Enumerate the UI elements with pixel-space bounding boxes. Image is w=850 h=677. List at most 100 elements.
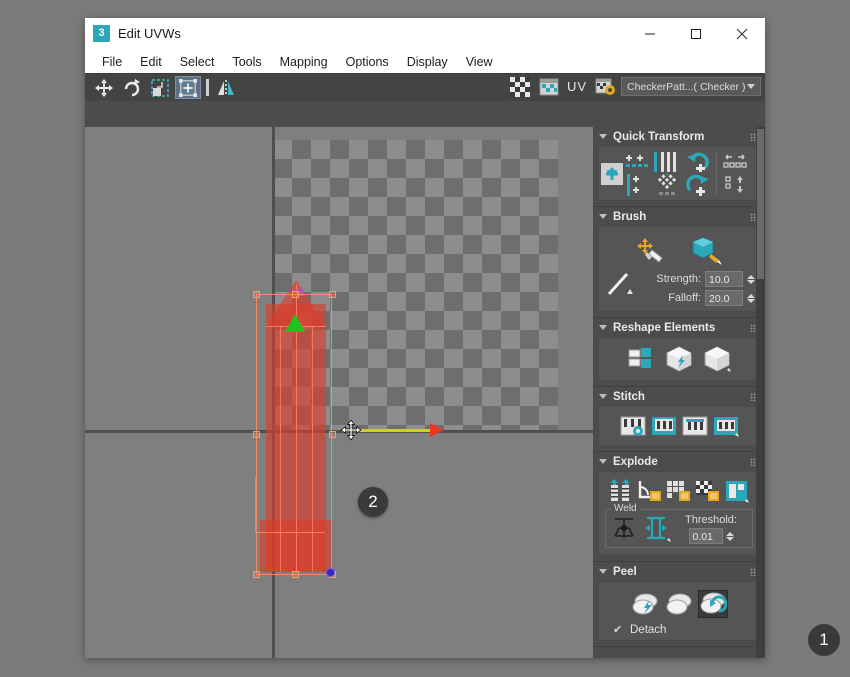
- brush-strength-field[interactable]: Strength: 10.0: [637, 271, 755, 287]
- menu-view[interactable]: View: [457, 53, 502, 71]
- move-cursor-icon: [340, 419, 362, 441]
- selection-handle[interactable]: [253, 431, 260, 438]
- brush-falloff-field[interactable]: Falloff: 20.0: [637, 290, 755, 306]
- rotate-tool-icon[interactable]: [119, 76, 145, 99]
- map-settings-icon[interactable]: [592, 75, 618, 98]
- menu-tools[interactable]: Tools: [223, 53, 270, 71]
- mirror-horizontal-icon[interactable]: [213, 76, 239, 99]
- menu-edit[interactable]: Edit: [131, 53, 171, 71]
- rollout-header-peel[interactable]: Peel: [593, 562, 765, 581]
- brush-strength-value[interactable]: 10.0: [705, 271, 743, 287]
- menu-options[interactable]: Options: [337, 53, 398, 71]
- spinner-arrows-icon[interactable]: [725, 531, 734, 541]
- weld-threshold-value[interactable]: 0.01: [688, 528, 723, 544]
- map-selector-value: CheckerPatt...( Checker ): [627, 80, 746, 93]
- explode-by-smoothing-icon[interactable]: [666, 478, 693, 504]
- selection-handle[interactable]: [253, 571, 260, 578]
- brush-falloff-value[interactable]: 20.0: [705, 290, 743, 306]
- pack-uvs-icon[interactable]: [601, 162, 623, 185]
- stitch-source-icon[interactable]: [681, 414, 709, 438]
- peel-mode-icon[interactable]: [702, 345, 732, 373]
- peel-mode-icon[interactable]: [664, 590, 694, 618]
- scale-tool-icon[interactable]: [175, 76, 201, 99]
- chevron-down-icon: [599, 134, 607, 139]
- gizmo-plane-handle[interactable]: [255, 477, 325, 533]
- selection-handle[interactable]: [329, 431, 336, 438]
- stitch-target-icon[interactable]: [712, 414, 740, 438]
- peel-detach-label: Detach: [630, 624, 667, 636]
- pelt-map-icon[interactable]: [698, 590, 728, 618]
- main-toolbar: UV CheckerPatt...( Checker ): [85, 73, 765, 101]
- checker-pattern-icon[interactable]: [507, 75, 533, 98]
- main-body: 2 Quick Transform Brush Strength: 10.0 F…: [85, 127, 765, 658]
- rollout-header-stitch[interactable]: Stitch: [593, 387, 765, 406]
- menu-display[interactable]: Display: [398, 53, 457, 71]
- selection-handle[interactable]: [329, 291, 336, 298]
- uv-viewport[interactable]: 2: [85, 127, 593, 658]
- peel-detach-row[interactable]: ✔ Detach: [603, 621, 755, 638]
- menu-select[interactable]: Select: [171, 53, 224, 71]
- panel-scrollbar[interactable]: [756, 127, 765, 658]
- weld-group-label: Weld: [611, 503, 640, 514]
- spinner-arrows-icon[interactable]: [747, 274, 755, 284]
- selection-handle[interactable]: [292, 571, 299, 578]
- rotate-ccw-90-icon[interactable]: [684, 151, 712, 173]
- minimize-icon[interactable]: [627, 18, 673, 50]
- stitch-settings-icon[interactable]: [619, 414, 647, 438]
- gizmo-x-arrow-icon[interactable]: [430, 423, 444, 437]
- uv-vertex-blue: [326, 568, 335, 577]
- rollout-quick-transform: Quick Transform: [593, 127, 765, 207]
- straighten-columns-icon[interactable]: [653, 151, 683, 173]
- weld-group: Weld Threshold: 0.01: [605, 503, 753, 548]
- quick-peel-icon[interactable]: [630, 590, 660, 618]
- stitch-selected-icon[interactable]: [650, 414, 678, 438]
- menu-bar: File Edit Select Tools Mapping Options D…: [85, 50, 765, 73]
- space-horizontal-icon[interactable]: [625, 174, 652, 196]
- rollout-body-reshape-elements: [598, 337, 760, 381]
- explode-by-material-icon[interactable]: [695, 478, 722, 504]
- map-selector[interactable]: CheckerPatt...( Checker ): [621, 77, 761, 96]
- paint-relax-brush-icon[interactable]: [690, 236, 724, 266]
- rotate-cw-90-icon[interactable]: [684, 174, 712, 196]
- chevron-down-icon: [599, 214, 607, 219]
- weld-selected-icon[interactable]: [641, 515, 671, 543]
- flip-horizontal-icon[interactable]: [721, 152, 751, 172]
- spinner-arrows-icon[interactable]: [747, 293, 755, 303]
- close-icon[interactable]: [719, 18, 765, 50]
- chevron-down-icon: [599, 394, 607, 399]
- checkbox-checked-icon[interactable]: ✔: [613, 624, 624, 636]
- toolbar-separator: [203, 76, 211, 99]
- window-controls: [627, 18, 765, 50]
- menu-file[interactable]: File: [93, 53, 131, 71]
- explode-by-polygon-icon[interactable]: [724, 478, 751, 504]
- brush-strength-label: Strength:: [656, 273, 701, 285]
- quick-peel-icon[interactable]: [664, 345, 694, 373]
- rollout-header-reshape-elements[interactable]: Reshape Elements: [593, 318, 765, 337]
- selection-handle[interactable]: [292, 291, 299, 298]
- paint-move-brush-icon[interactable]: [634, 236, 668, 266]
- explode-by-angle-icon[interactable]: [637, 478, 664, 504]
- target-weld-icon[interactable]: [609, 515, 639, 543]
- rollout-stitch: Stitch: [593, 387, 765, 452]
- maximize-icon[interactable]: [673, 18, 719, 50]
- move-tool-icon[interactable]: [91, 76, 117, 99]
- brush-falloff-curve-icon[interactable]: [603, 268, 637, 302]
- show-map-icon[interactable]: [536, 75, 562, 98]
- rollout-header-quick-transform[interactable]: Quick Transform: [593, 127, 765, 146]
- selection-handle[interactable]: [253, 291, 260, 298]
- flip-vertical-icon[interactable]: [721, 175, 751, 195]
- title-bar[interactable]: 3 Edit UVWs: [85, 18, 765, 50]
- rollout-header-explode[interactable]: Explode: [593, 452, 765, 471]
- relax-icon[interactable]: [653, 174, 683, 196]
- freeform-mode-icon[interactable]: [147, 76, 173, 99]
- desktop-background: 3 Edit UVWs File Edit Select Tools Mappi…: [0, 0, 850, 677]
- rollout-header-brush[interactable]: Brush: [593, 207, 765, 226]
- rollout-body-brush: Strength: 10.0 Falloff: 20.0: [598, 226, 760, 312]
- split-uv-icon[interactable]: [626, 345, 656, 373]
- panel-scrollbar-thumb[interactable]: [757, 129, 764, 279]
- rollout-title: Brush: [613, 210, 647, 223]
- break-icon[interactable]: [608, 478, 635, 504]
- menu-mapping[interactable]: Mapping: [271, 53, 337, 71]
- rollout-body-peel: ✔ Detach: [598, 581, 760, 641]
- align-horizontal-icon[interactable]: [625, 151, 652, 173]
